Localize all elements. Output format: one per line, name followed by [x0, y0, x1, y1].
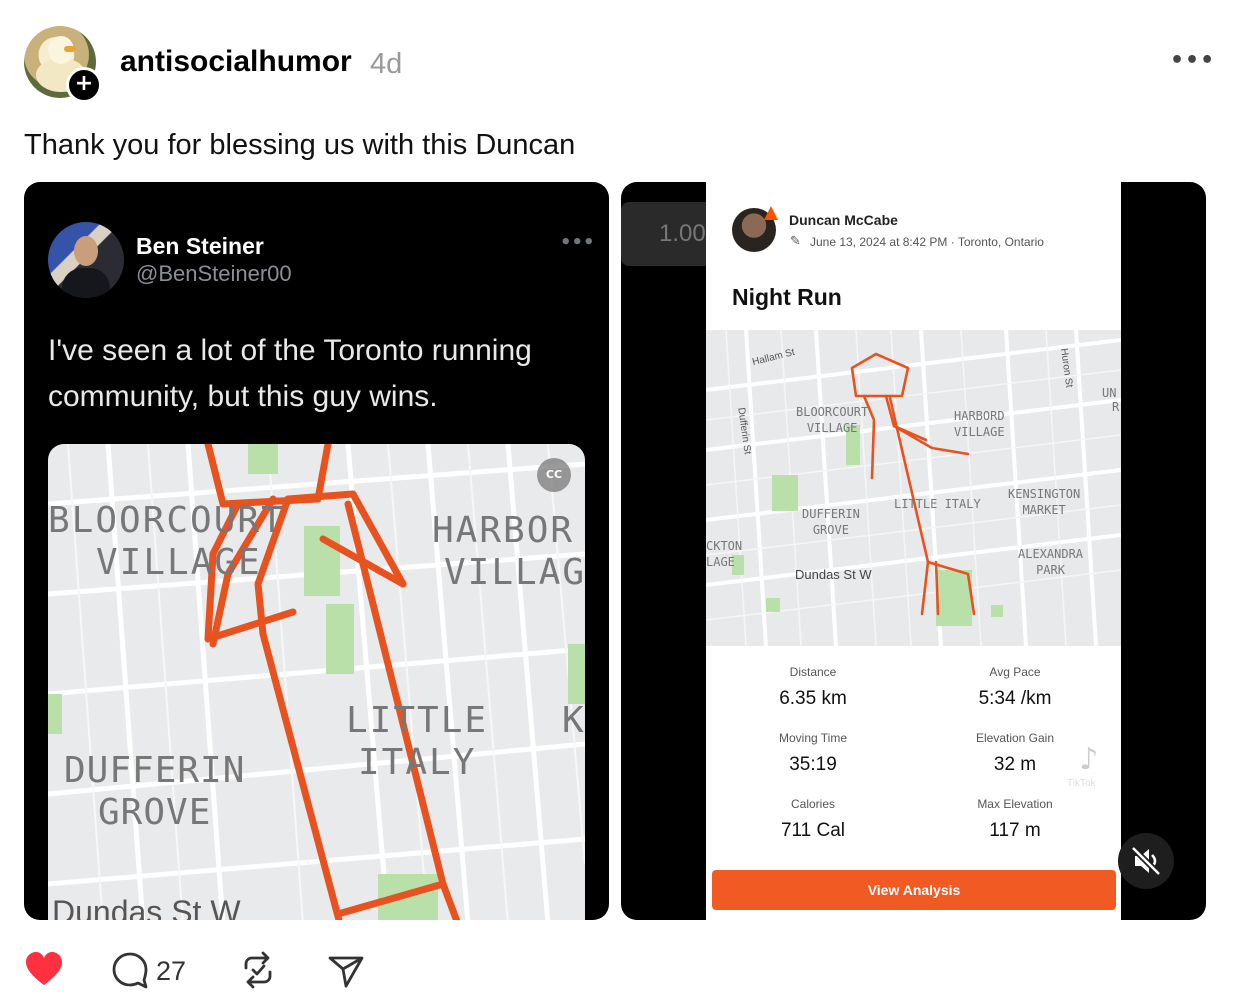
tweet-text: I've seen a lot of the Toronto running c…	[48, 334, 532, 413]
map-label-k: K	[562, 700, 584, 741]
activity-title: Night Run	[732, 284, 842, 310]
stat-calories: Calories 711 Cal	[780, 797, 846, 841]
like-button[interactable]	[24, 950, 64, 990]
tweet-avatar	[48, 222, 124, 298]
map-label-bloorcourt: BLOORCOURT VILLAGE	[48, 500, 285, 583]
map-label-little-italy: LITTLE ITALY	[346, 700, 489, 783]
activity-date: June 13, 2024 at 8:42 PM · Toronto, Onta…	[810, 235, 1044, 249]
stat-moving-time: Moving Time 35:19	[778, 731, 848, 775]
duck-beak	[64, 46, 76, 52]
avatar-shirt	[62, 268, 110, 298]
send-paper-plane-icon	[328, 956, 364, 988]
reply-count: 27	[156, 956, 187, 986]
sv-label-dufferin-grove: DUFFERIN GROVE	[802, 507, 860, 537]
tiktok-watermark-icon: ♪	[1079, 742, 1099, 777]
activity-route-map: Hallam St Dufferin St Huron St BLOORCOUR…	[706, 330, 1121, 646]
media-image-tweet[interactable]: Ben Steiner @BenSteiner00 ••• I've seen …	[24, 182, 609, 920]
stat-avg-pace: Avg Pace 5:34 /km	[978, 665, 1052, 709]
follow-plus-icon[interactable]: +	[66, 67, 102, 103]
strava-activity-screenshot: Duncan McCabe ✎ June 13, 2024 at 8:42 PM…	[706, 182, 1121, 920]
view-analysis-button: View Analysis	[712, 870, 1116, 910]
post-timestamp[interactable]: 4d	[370, 46, 402, 82]
sv-label-harbord: HARBORD VILLAGE	[954, 409, 1005, 439]
unmute-button[interactable]	[1118, 833, 1174, 889]
athlete-name: Duncan McCabe	[789, 212, 898, 228]
map-label-harbord: HARBOR VILLAG	[432, 510, 585, 593]
author-username[interactable]: antisocialhumor	[120, 44, 352, 80]
share-button[interactable]	[326, 950, 366, 990]
sv-label-kensington: KENSINGTON MARKET	[1008, 487, 1081, 517]
media-video-strava[interactable]: 1.00 Duncan McCabe ✎ June 13, 2024 at 8:…	[621, 182, 1206, 920]
sv-label-bloorcourt: BLOORCOURT VILLAGE	[796, 405, 869, 435]
tweet-route-map: BLOORCOURT VILLAGE HARBOR VILLAG LITTLE …	[48, 444, 585, 920]
map-label-dufferin-grove: DUFFERIN GROVE	[64, 750, 246, 833]
speaker-muted-icon	[1130, 845, 1162, 877]
shoe-icon: ✎	[790, 234, 801, 249]
stat-max-elevation: Max Elevation 117 m	[977, 797, 1053, 841]
sv-label-little-italy: LITTLE ITALY	[894, 497, 981, 511]
avatar-face	[74, 236, 98, 266]
sv-label-dundas: Dundas St W	[795, 567, 872, 582]
repost-button[interactable]	[238, 950, 278, 990]
reply-button[interactable]	[110, 950, 150, 990]
sv-map-parks	[732, 425, 1003, 626]
sv-label-ckton: CKTON LAGE	[706, 539, 743, 569]
captions-icon[interactable]: CC	[537, 458, 571, 492]
sv-label-un: UN R	[1102, 386, 1120, 414]
comment-bubble-icon	[112, 952, 148, 989]
playback-speed-label: 1.00	[659, 220, 706, 247]
tweet-author-handle: @BenSteiner00	[136, 261, 292, 286]
post-text: Thank you for blessing us with this Dunc…	[24, 129, 576, 161]
repost-icon	[244, 951, 272, 989]
map-label-dundas: Dundas St W	[52, 894, 241, 920]
tiktok-watermark-text: TikTok	[1067, 778, 1096, 789]
sv-label-alexandra: ALEXANDRA PARK	[1018, 547, 1084, 577]
stat-distance: Distance 6.35 km	[779, 665, 847, 709]
tweet-author-name: Ben Steiner	[136, 233, 264, 259]
tweet-more-icon: •••	[560, 232, 595, 253]
more-options-icon[interactable]: •••	[1170, 50, 1214, 74]
heart-icon	[26, 952, 62, 985]
